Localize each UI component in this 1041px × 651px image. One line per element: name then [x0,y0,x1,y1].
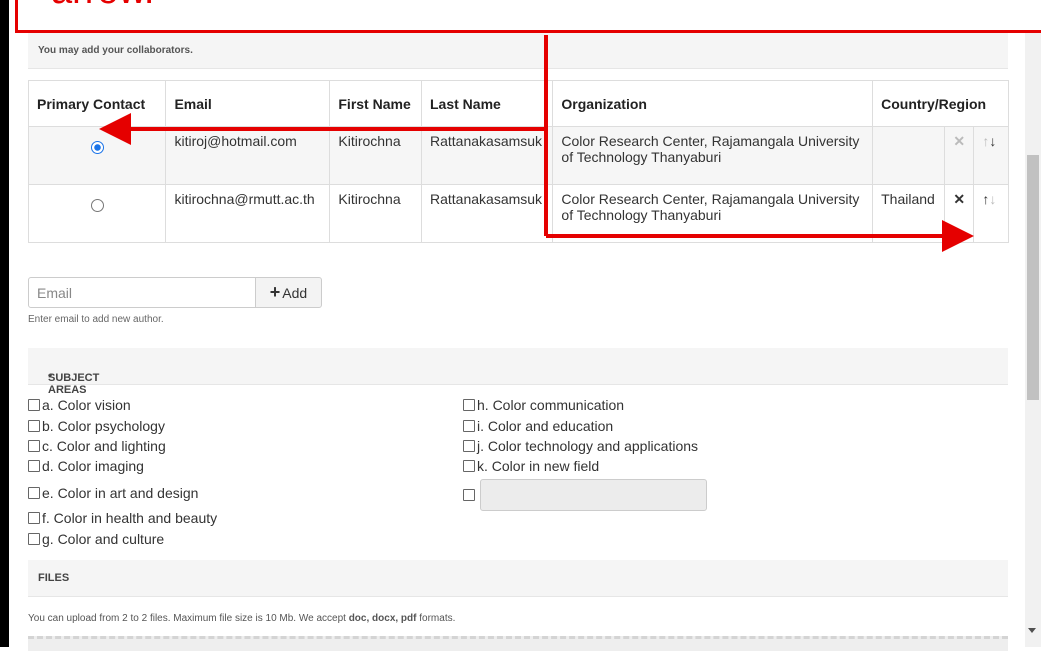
annotation-arrows [99,35,974,252]
